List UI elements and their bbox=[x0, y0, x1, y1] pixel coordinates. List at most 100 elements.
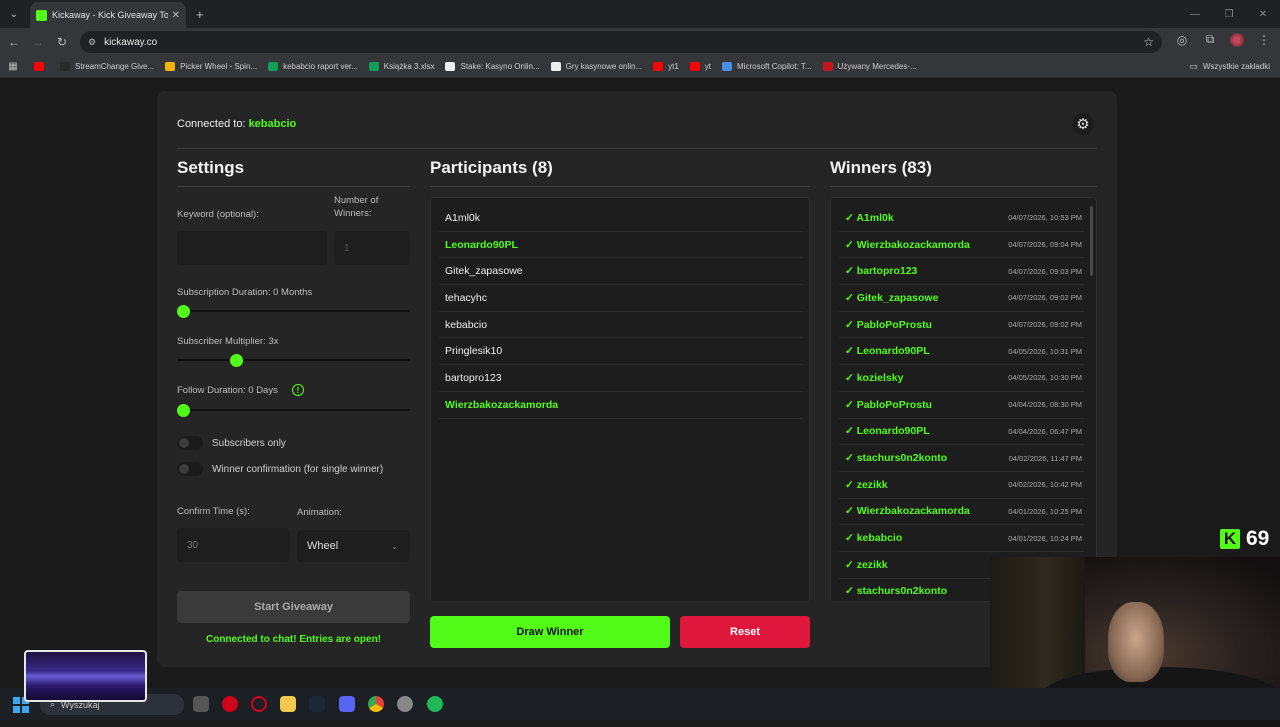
start-giveaway-button[interactable]: Start Giveaway bbox=[177, 591, 410, 623]
reset-button[interactable]: Reset bbox=[680, 616, 810, 648]
bookmark-item[interactable]: Microsoft Copilot: T... bbox=[722, 62, 812, 71]
more-menu-icon[interactable]: ⋮ bbox=[1256, 33, 1272, 47]
app-icon[interactable] bbox=[397, 696, 413, 712]
winner-name: ✓ Wierzbakozackamorda bbox=[845, 238, 970, 251]
sub-duration-slider-thumb[interactable] bbox=[177, 305, 190, 318]
sub-multiplier-slider-thumb[interactable] bbox=[229, 354, 243, 367]
minimize-icon[interactable]: — bbox=[1178, 0, 1212, 28]
bookmark-label: Microsoft Copilot: T... bbox=[737, 62, 812, 71]
winner-date: 04/07/2026, 09:03 PM bbox=[1008, 266, 1082, 276]
bookmark-item[interactable]: StreamChange Give... bbox=[60, 62, 154, 71]
chat-status-text: Connected to chat! Entries are open! bbox=[205, 634, 382, 645]
animation-select[interactable]: Wheel ⌄ bbox=[297, 530, 410, 562]
bookmark-favicon-icon bbox=[722, 62, 733, 71]
bookmark-item[interactable]: yt bbox=[689, 62, 711, 71]
bookmark-item[interactable]: kebabcio raport ver... bbox=[268, 62, 358, 71]
bookmark-favicon-icon bbox=[34, 62, 44, 71]
subscribers-only-toggle[interactable] bbox=[177, 436, 203, 450]
confirm-time-input[interactable] bbox=[177, 528, 290, 562]
file-explorer-icon[interactable] bbox=[280, 696, 296, 712]
participant-row[interactable]: Wierzbakozackamorda bbox=[439, 392, 803, 419]
participant-row[interactable]: A1ml0k bbox=[439, 205, 803, 232]
participant-row[interactable]: Leonardo90PL bbox=[439, 232, 803, 259]
winner-row[interactable]: ✓ Leonardo90PL 04/04/2026, 06:47 PM bbox=[839, 419, 1084, 446]
winner-row[interactable]: ✓ Wierzbakozackamorda 04/07/2026, 09:04 P… bbox=[839, 232, 1084, 259]
winners-count-input[interactable]: 1 bbox=[334, 231, 410, 265]
bookmark-item[interactable]: yt1 bbox=[653, 62, 679, 71]
browser-tab[interactable]: Kickaway - Kick Giveaway Tool ✕ bbox=[30, 2, 186, 28]
extension-icon[interactable]: ◎ bbox=[1174, 33, 1190, 47]
draw-winner-button[interactable]: Draw Winner bbox=[430, 616, 670, 648]
winner-date: 04/04/2026, 08:30 PM bbox=[1008, 400, 1082, 410]
winner-row[interactable]: ✓ kebabcio 04/01/2026, 10:24 PM bbox=[839, 525, 1084, 552]
bookmark-item[interactable]: Gry kasynowe onlin... bbox=[550, 62, 642, 71]
info-icon[interactable]: ! bbox=[292, 384, 304, 396]
sub-multiplier-label: Subscriber Multiplier: 3x bbox=[177, 336, 279, 347]
close-tab-icon[interactable]: ✕ bbox=[172, 10, 180, 21]
sub-duration-slider[interactable] bbox=[177, 310, 410, 312]
windows-taskbar: ⌕ Wyszukaj bbox=[0, 688, 1280, 720]
spotify-icon[interactable] bbox=[427, 696, 443, 712]
opera-gx-icon[interactable] bbox=[251, 696, 267, 712]
discord-icon[interactable] bbox=[339, 696, 355, 712]
taskbar-window-preview[interactable] bbox=[24, 650, 147, 702]
address-bar-row: ← → ↻ ⚙ kickaway.co ☆ ◎ ⧉ ⋮ bbox=[0, 28, 1280, 56]
winner-row[interactable]: ✓ stachurs0n2konto 04/02/2026, 11:47 PM bbox=[839, 445, 1084, 472]
new-tab-icon[interactable]: + bbox=[196, 7, 204, 22]
participant-row[interactable]: bartopro123 bbox=[439, 365, 803, 392]
all-bookmarks[interactable]: ▭ Wszystkie zakładki bbox=[1189, 61, 1270, 72]
close-window-icon[interactable]: ✕ bbox=[1246, 0, 1280, 28]
bookmark-star-icon[interactable]: ☆ bbox=[1143, 35, 1154, 49]
winners-scrollbar[interactable] bbox=[1090, 206, 1093, 276]
winner-row[interactable]: ✓ A1ml0k 04/07/2026, 10:53 PM bbox=[839, 205, 1084, 232]
opera-icon[interactable] bbox=[222, 696, 238, 712]
bookmark-item[interactable]: Książka 3.xlsx bbox=[368, 62, 435, 71]
bookmark-item[interactable]: Stake: Kasyno Onlin... bbox=[445, 62, 540, 71]
keyword-input[interactable] bbox=[177, 231, 327, 265]
winner-row[interactable]: ✓ Leonardo90PL 04/05/2026, 10:31 PM bbox=[839, 338, 1084, 366]
reload-icon[interactable]: ↻ bbox=[50, 35, 74, 49]
folder-icon: ▭ bbox=[1189, 61, 1198, 71]
bookmarks-bar: ▦ StreamChange Give... Picker Wheel - Spi… bbox=[0, 56, 1280, 78]
bookmark-favicon-icon bbox=[60, 62, 70, 71]
winner-confirmation-toggle[interactable] bbox=[177, 462, 203, 476]
url-input[interactable]: ⚙ kickaway.co ☆ bbox=[80, 31, 1162, 53]
participant-row[interactable]: Gitek_zapasowe bbox=[439, 258, 803, 286]
bookmark-favicon-icon bbox=[822, 62, 833, 71]
winner-date: 04/01/2026, 10:24 PM bbox=[1008, 533, 1082, 543]
apps-grid-icon[interactable]: ▦ bbox=[0, 61, 26, 72]
extensions-puzzle-icon[interactable]: ⧉ bbox=[1202, 32, 1218, 47]
winner-row[interactable]: ✓ Wierzbakozackamorda 04/01/2026, 10:25 P… bbox=[839, 499, 1084, 526]
participant-row[interactable]: tehacyhc bbox=[439, 285, 803, 312]
task-view-icon[interactable] bbox=[193, 696, 209, 712]
chrome-icon[interactable] bbox=[368, 696, 384, 712]
tab-search-icon[interactable]: ⌄ bbox=[2, 4, 26, 24]
bookmark-item[interactable]: Picker Wheel - Spin... bbox=[165, 62, 257, 71]
participant-row[interactable]: kebabcio bbox=[439, 312, 803, 339]
maximize-icon[interactable]: ❐ bbox=[1212, 0, 1246, 28]
winner-row[interactable]: ✓ PabloPoProstu 04/07/2026, 09:02 PM bbox=[839, 312, 1084, 339]
bookmark-item[interactable]: Używany Mercedes-... bbox=[822, 62, 917, 71]
bookmark-item[interactable] bbox=[34, 62, 49, 71]
forward-icon[interactable]: → bbox=[26, 35, 50, 49]
settings-divider bbox=[177, 186, 410, 187]
site-info-icon[interactable]: ⚙ bbox=[88, 37, 96, 48]
follow-duration-slider-thumb[interactable] bbox=[177, 404, 190, 417]
steam-icon[interactable] bbox=[309, 696, 325, 712]
winner-row[interactable]: ✓ zezikk 04/02/2026, 10:42 PM bbox=[839, 472, 1084, 499]
sub-multiplier-slider[interactable] bbox=[177, 359, 410, 361]
back-icon[interactable]: ← bbox=[2, 35, 26, 49]
winner-row[interactable]: ✓ kozielsky 04/05/2026, 10:30 PM bbox=[839, 365, 1084, 392]
participant-row[interactable]: Pringlesik10 bbox=[439, 338, 803, 366]
winner-row[interactable]: ✓ Gitek_zapasowe 04/07/2026, 09:02 PM bbox=[839, 285, 1084, 312]
participants-title: Participants (8) bbox=[430, 158, 553, 177]
follow-duration-slider[interactable] bbox=[177, 409, 410, 411]
profile-avatar[interactable] bbox=[1230, 32, 1244, 47]
bookmark-label: Książka 3.xlsx bbox=[383, 62, 435, 71]
winner-date: 04/05/2026, 10:30 PM bbox=[1008, 373, 1082, 383]
winner-date: 04/07/2026, 10:53 PM bbox=[1008, 213, 1082, 223]
bookmark-label: Picker Wheel - Spin... bbox=[180, 62, 258, 71]
winner-row[interactable]: ✓ bartopro123 04/07/2026, 09:03 PM bbox=[839, 258, 1084, 286]
winner-row[interactable]: ✓ PabloPoProstu 04/04/2026, 08:30 PM bbox=[839, 392, 1084, 419]
settings-gear-icon[interactable]: ⚙ bbox=[1072, 113, 1094, 135]
